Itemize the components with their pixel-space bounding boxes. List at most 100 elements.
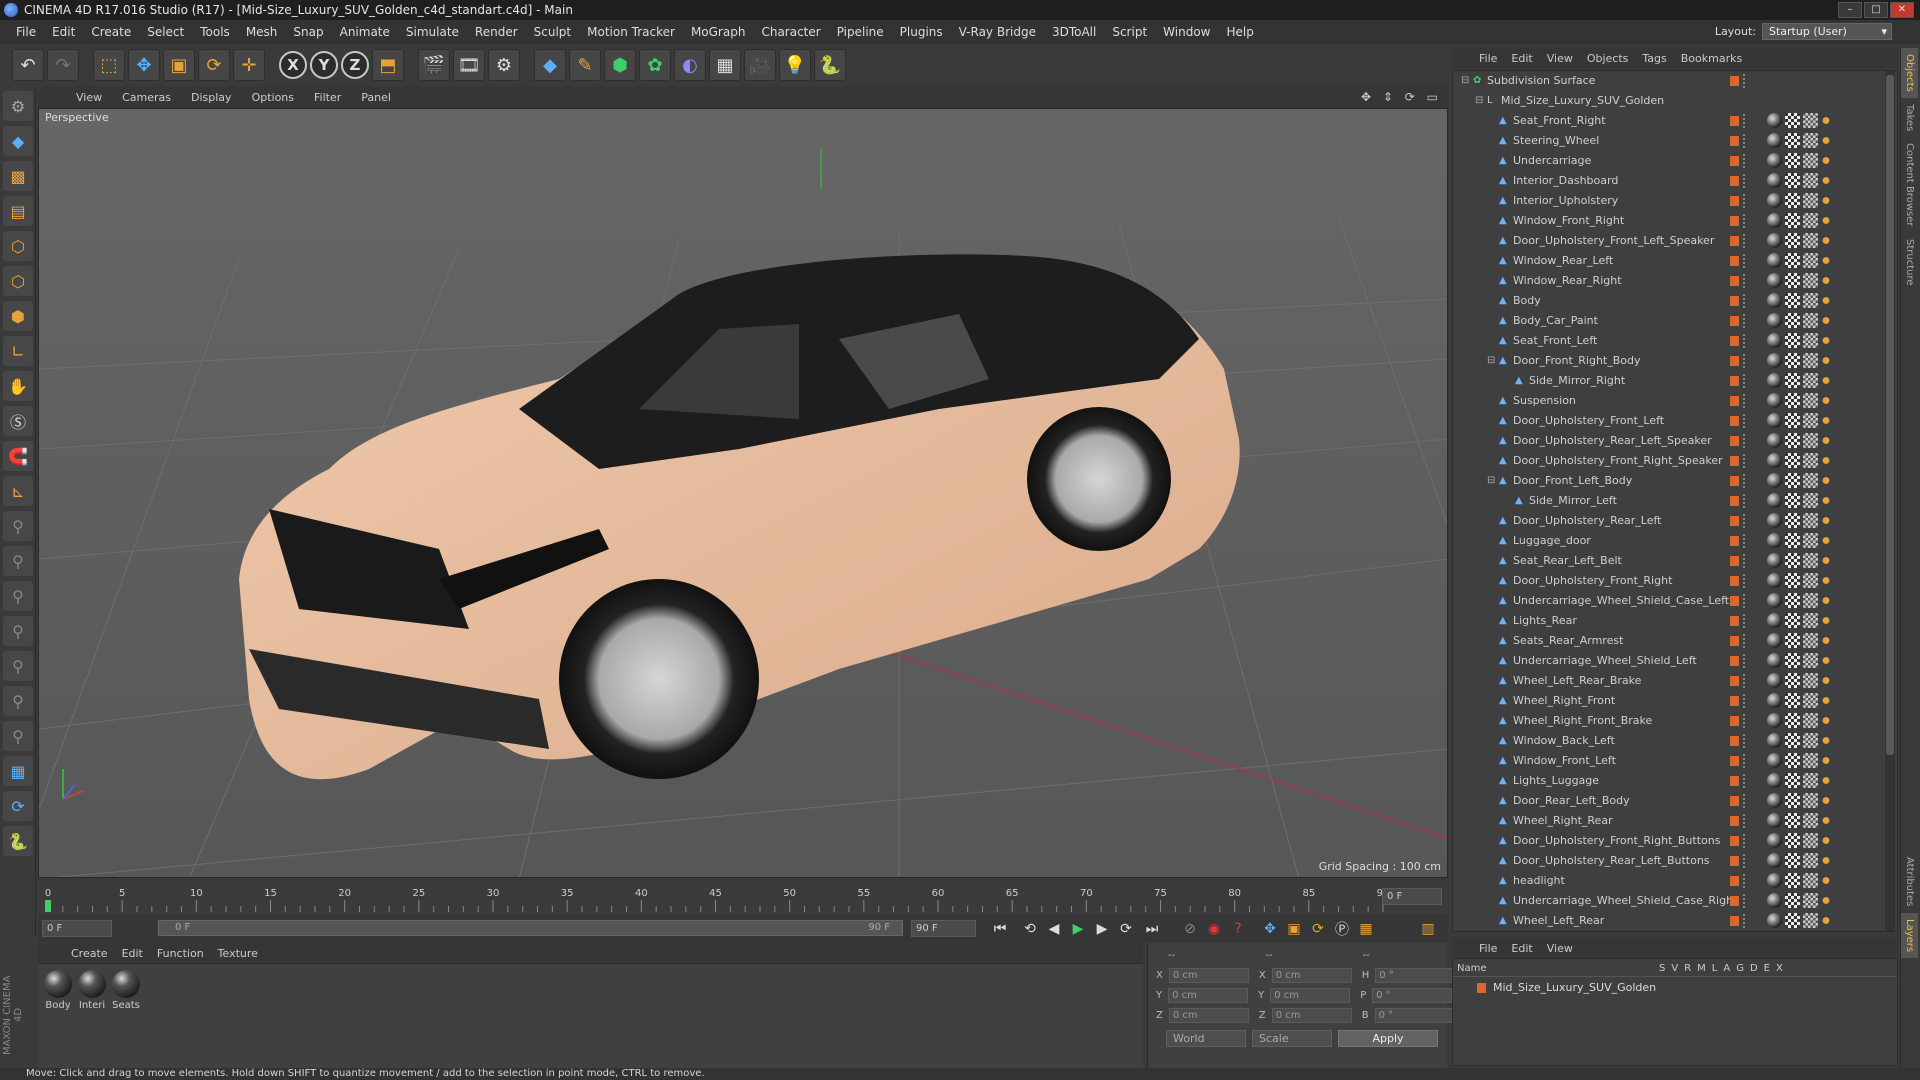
- object-row[interactable]: ▲ Wheel_Left_Rear_Brake: [1453, 671, 1883, 691]
- menu-tools[interactable]: Tools: [192, 20, 238, 44]
- expand-collapse-icon[interactable]: ⊟: [1461, 76, 1471, 86]
- object-menu-edit[interactable]: Edit: [1504, 52, 1539, 65]
- material-tag-icon[interactable]: [1767, 513, 1782, 528]
- selection-tag-icon[interactable]: [1821, 553, 1831, 568]
- visibility-dots-icon[interactable]: [1743, 714, 1749, 728]
- material-menu-texture[interactable]: Texture: [211, 947, 265, 960]
- pen-tool-icon[interactable]: ⚲: [3, 546, 33, 576]
- layer-color-swatch[interactable]: [1730, 836, 1739, 846]
- selection-tag-icon[interactable]: [1821, 193, 1831, 208]
- material-menu-edit[interactable]: Edit: [115, 947, 150, 960]
- visibility-dots-icon[interactable]: [1743, 794, 1749, 808]
- material-tag-icon[interactable]: [1767, 533, 1782, 548]
- object-row[interactable]: ▲ Window_Front_Right: [1453, 211, 1883, 231]
- uvw-tag-icon[interactable]: [1803, 273, 1818, 288]
- previous-frame-icon[interactable]: ◀: [1042, 918, 1066, 940]
- object-menu-view[interactable]: View: [1540, 52, 1580, 65]
- expand-collapse-icon[interactable]: ⊟: [1487, 356, 1497, 366]
- floor-scene-icon[interactable]: ▦: [709, 49, 741, 81]
- uvw-tag-icon[interactable]: [1803, 633, 1818, 648]
- paint-tool-icon[interactable]: ⚲: [3, 721, 33, 751]
- viewport-menu-filter[interactable]: Filter: [304, 91, 351, 104]
- z-axis-lock-icon[interactable]: Z: [341, 51, 369, 79]
- material-tag-icon[interactable]: [1767, 173, 1782, 188]
- material-tag-icon[interactable]: [1767, 353, 1782, 368]
- selection-tag-icon[interactable]: [1821, 433, 1831, 448]
- visibility-dots-icon[interactable]: [1743, 274, 1749, 288]
- visibility-dots-icon[interactable]: [1743, 734, 1749, 748]
- uvw-tag-icon[interactable]: [1803, 333, 1818, 348]
- side-tab-attributes[interactable]: Attributes: [1901, 851, 1918, 912]
- uvw-tag-icon[interactable]: [1803, 673, 1818, 688]
- x-axis-lock-icon[interactable]: X: [279, 51, 307, 79]
- visibility-dots-icon[interactable]: [1743, 694, 1749, 708]
- selection-tag-icon[interactable]: [1821, 493, 1831, 508]
- texture-tag-icon[interactable]: [1785, 173, 1800, 188]
- selection-tag-icon[interactable]: [1821, 653, 1831, 668]
- texture-tag-icon[interactable]: [1785, 733, 1800, 748]
- subdivision-generator-icon[interactable]: ⬢: [604, 49, 636, 81]
- selection-tag-icon[interactable]: [1821, 273, 1831, 288]
- coordinate-system-icon[interactable]: ⬒: [372, 49, 404, 81]
- object-menu-bookmarks[interactable]: Bookmarks: [1674, 52, 1749, 65]
- selection-tag-icon[interactable]: [1821, 633, 1831, 648]
- object-row[interactable]: ▲ Door_Upholstery_Front_Left_Speaker: [1453, 231, 1883, 251]
- visibility-dots-icon[interactable]: [1743, 434, 1749, 448]
- coordinate-space-dropdown[interactable]: World: [1166, 1030, 1246, 1047]
- go-to-end-icon[interactable]: ⏭: [1140, 918, 1164, 940]
- material-tag-icon[interactable]: [1767, 113, 1782, 128]
- scale-mode-dropdown[interactable]: Scale: [1252, 1030, 1332, 1047]
- object-row[interactable]: ▲ Wheel_Right_Rear: [1453, 811, 1883, 831]
- selection-tag-icon[interactable]: [1821, 393, 1831, 408]
- selection-tag-icon[interactable]: [1821, 513, 1831, 528]
- layer-color-swatch[interactable]: [1730, 316, 1739, 326]
- previous-key-icon[interactable]: ⟲: [1018, 918, 1042, 940]
- frame-range-slider[interactable]: 0 F 90 F: [158, 920, 903, 936]
- polygons-mode-icon[interactable]: ⬢: [3, 301, 33, 331]
- object-row[interactable]: ▲ Lights_Rear: [1453, 611, 1883, 631]
- menu-pipeline[interactable]: Pipeline: [829, 20, 892, 44]
- quantize-icon[interactable]: ▦: [3, 756, 33, 786]
- start-frame-field[interactable]: 0 F: [42, 920, 112, 937]
- uvw-tag-icon[interactable]: [1803, 753, 1818, 768]
- solo-mode-icon[interactable]: Ⓢ: [3, 406, 33, 436]
- material-tag-icon[interactable]: [1767, 273, 1782, 288]
- visibility-dots-icon[interactable]: [1743, 394, 1749, 408]
- viewport-menu-view[interactable]: View: [66, 91, 112, 104]
- layer-color-swatch[interactable]: [1730, 256, 1739, 266]
- selection-tag-icon[interactable]: [1821, 613, 1831, 628]
- layer-color-swatch[interactable]: [1730, 116, 1739, 126]
- visibility-dots-icon[interactable]: [1743, 214, 1749, 228]
- uvw-tag-icon[interactable]: [1803, 733, 1818, 748]
- layer-color-swatch[interactable]: [1730, 876, 1739, 886]
- texture-tag-icon[interactable]: [1785, 493, 1800, 508]
- layer-color-swatch[interactable]: [1730, 416, 1739, 426]
- visibility-dots-icon[interactable]: [1743, 294, 1749, 308]
- viewport-menu-display[interactable]: Display: [181, 91, 242, 104]
- selection-tag-icon[interactable]: [1821, 473, 1831, 488]
- selection-tag-icon[interactable]: [1821, 533, 1831, 548]
- maximize-button[interactable]: □: [1864, 2, 1888, 18]
- material-tag-icon[interactable]: [1767, 893, 1782, 908]
- selection-tag-icon[interactable]: [1821, 793, 1831, 808]
- uvw-tag-icon[interactable]: [1803, 653, 1818, 668]
- uvw-tag-icon[interactable]: [1803, 813, 1818, 828]
- texture-tag-icon[interactable]: [1785, 193, 1800, 208]
- side-tab-objects[interactable]: Objects: [1901, 48, 1918, 98]
- menu-character[interactable]: Character: [753, 20, 828, 44]
- menu-snap[interactable]: Snap: [285, 20, 331, 44]
- material-tag-icon[interactable]: [1767, 153, 1782, 168]
- visibility-dots-icon[interactable]: [1743, 774, 1749, 788]
- object-row[interactable]: ▲ Seat_Front_Left: [1453, 331, 1883, 351]
- texture-tag-icon[interactable]: [1785, 373, 1800, 388]
- uvw-tag-icon[interactable]: [1803, 393, 1818, 408]
- uvw-tag-icon[interactable]: [1803, 253, 1818, 268]
- position-x-field[interactable]: 0 cm: [1168, 967, 1249, 983]
- material-tag-icon[interactable]: [1767, 793, 1782, 808]
- texture-tag-icon[interactable]: [1785, 853, 1800, 868]
- layer-color-swatch[interactable]: [1730, 916, 1739, 926]
- texture-tag-icon[interactable]: [1785, 913, 1800, 928]
- material-tag-icon[interactable]: [1767, 413, 1782, 428]
- layer-menu-view[interactable]: View: [1540, 942, 1580, 955]
- object-row[interactable]: ▲ Undercarriage_Wheel_Shield_Case_Right: [1453, 891, 1883, 911]
